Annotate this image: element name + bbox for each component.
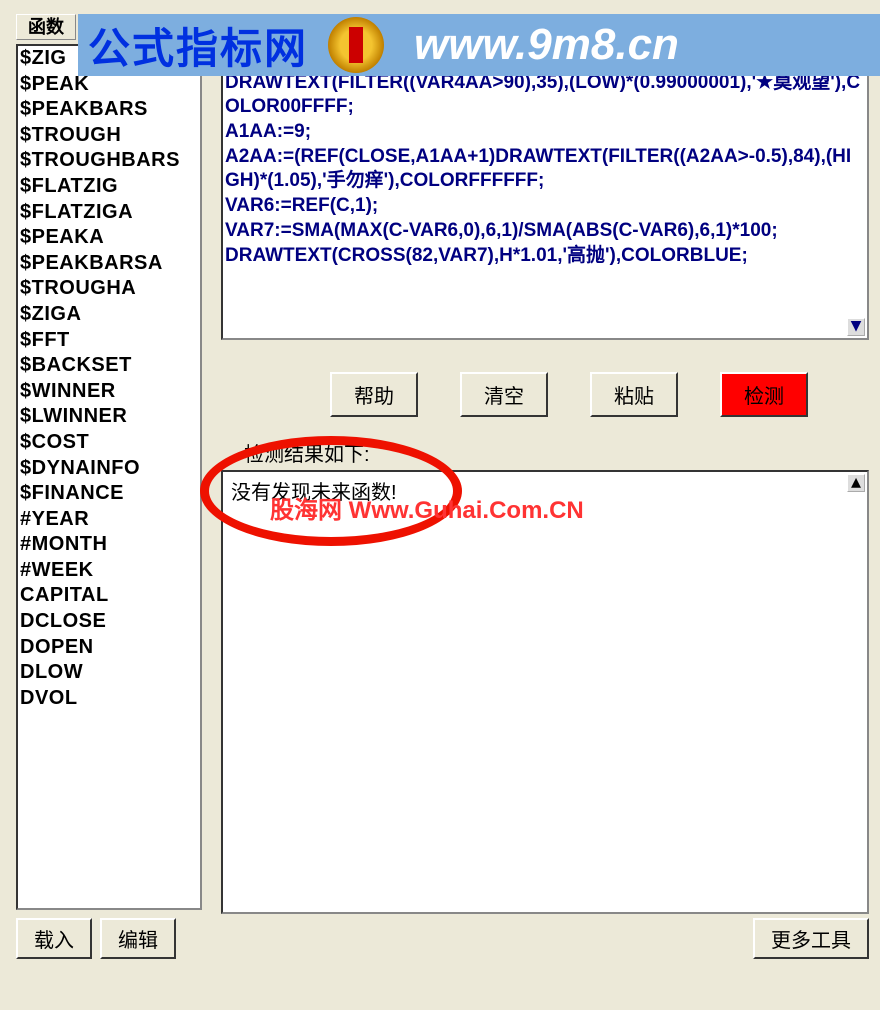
- function-list-item[interactable]: $FLATZIGA: [20, 200, 200, 226]
- site-banner: 公式指标网 www.9m8.cn: [78, 14, 880, 76]
- function-list-item[interactable]: DCLOSE: [20, 609, 200, 635]
- function-list-item[interactable]: $WINNER: [20, 379, 200, 405]
- result-area[interactable]: 没有发现未来函数! ▴: [221, 470, 869, 914]
- function-list-item[interactable]: $FFT: [20, 328, 200, 354]
- load-button[interactable]: 载入: [16, 918, 92, 959]
- edit-button[interactable]: 编辑: [100, 918, 176, 959]
- result-label: 检测结果如下:: [244, 438, 370, 467]
- function-list[interactable]: $ZIG$PEAK$PEAKBARS$TROUGH$TROUGHBARS$FLA…: [16, 44, 202, 910]
- function-list-item[interactable]: $TROUGHBARS: [20, 148, 200, 174]
- function-list-item[interactable]: CAPITAL: [20, 583, 200, 609]
- function-list-item[interactable]: $FINANCE: [20, 481, 200, 507]
- function-list-item[interactable]: DOPEN: [20, 635, 200, 661]
- function-list-item[interactable]: $LWINNER: [20, 404, 200, 430]
- function-list-item[interactable]: $BACKSET: [20, 353, 200, 379]
- scroll-up-icon[interactable]: ▴: [847, 474, 865, 492]
- formula-code-area[interactable]: '),COLOR00FFFF;DRAWTEXT(FILTER((VAR4AA>9…: [221, 44, 869, 340]
- function-list-item[interactable]: $ZIGA: [20, 302, 200, 328]
- function-list-item[interactable]: $COST: [20, 430, 200, 456]
- function-list-item[interactable]: $TROUGH: [20, 123, 200, 149]
- function-list-item[interactable]: DLOW: [20, 660, 200, 686]
- result-text: 没有发现未来函数!: [231, 482, 397, 504]
- function-list-item[interactable]: $DYNAINFO: [20, 456, 200, 482]
- function-list-item[interactable]: $PEAKA: [20, 225, 200, 251]
- paste-button[interactable]: 粘贴: [590, 372, 678, 417]
- coin-logo-icon: [328, 17, 384, 73]
- banner-title: 公式指标网: [88, 15, 308, 76]
- function-list-item[interactable]: #WEEK: [20, 558, 200, 584]
- function-list-item[interactable]: $FLATZIG: [20, 174, 200, 200]
- function-list-item[interactable]: $PEAKBARSA: [20, 251, 200, 277]
- check-button[interactable]: 检测: [720, 372, 808, 417]
- function-list-item[interactable]: #MONTH: [20, 532, 200, 558]
- more-tools-button[interactable]: 更多工具: [753, 918, 869, 959]
- banner-url: www.9m8.cn: [414, 20, 679, 70]
- help-button[interactable]: 帮助: [330, 372, 418, 417]
- clear-button[interactable]: 清空: [460, 372, 548, 417]
- function-list-item[interactable]: DVOL: [20, 686, 200, 712]
- function-list-item[interactable]: $PEAKBARS: [20, 97, 200, 123]
- function-column-header: 函数: [16, 14, 76, 40]
- function-list-item[interactable]: $TROUGHA: [20, 276, 200, 302]
- function-list-item[interactable]: #YEAR: [20, 507, 200, 533]
- scroll-down-icon[interactable]: ▾: [847, 318, 865, 336]
